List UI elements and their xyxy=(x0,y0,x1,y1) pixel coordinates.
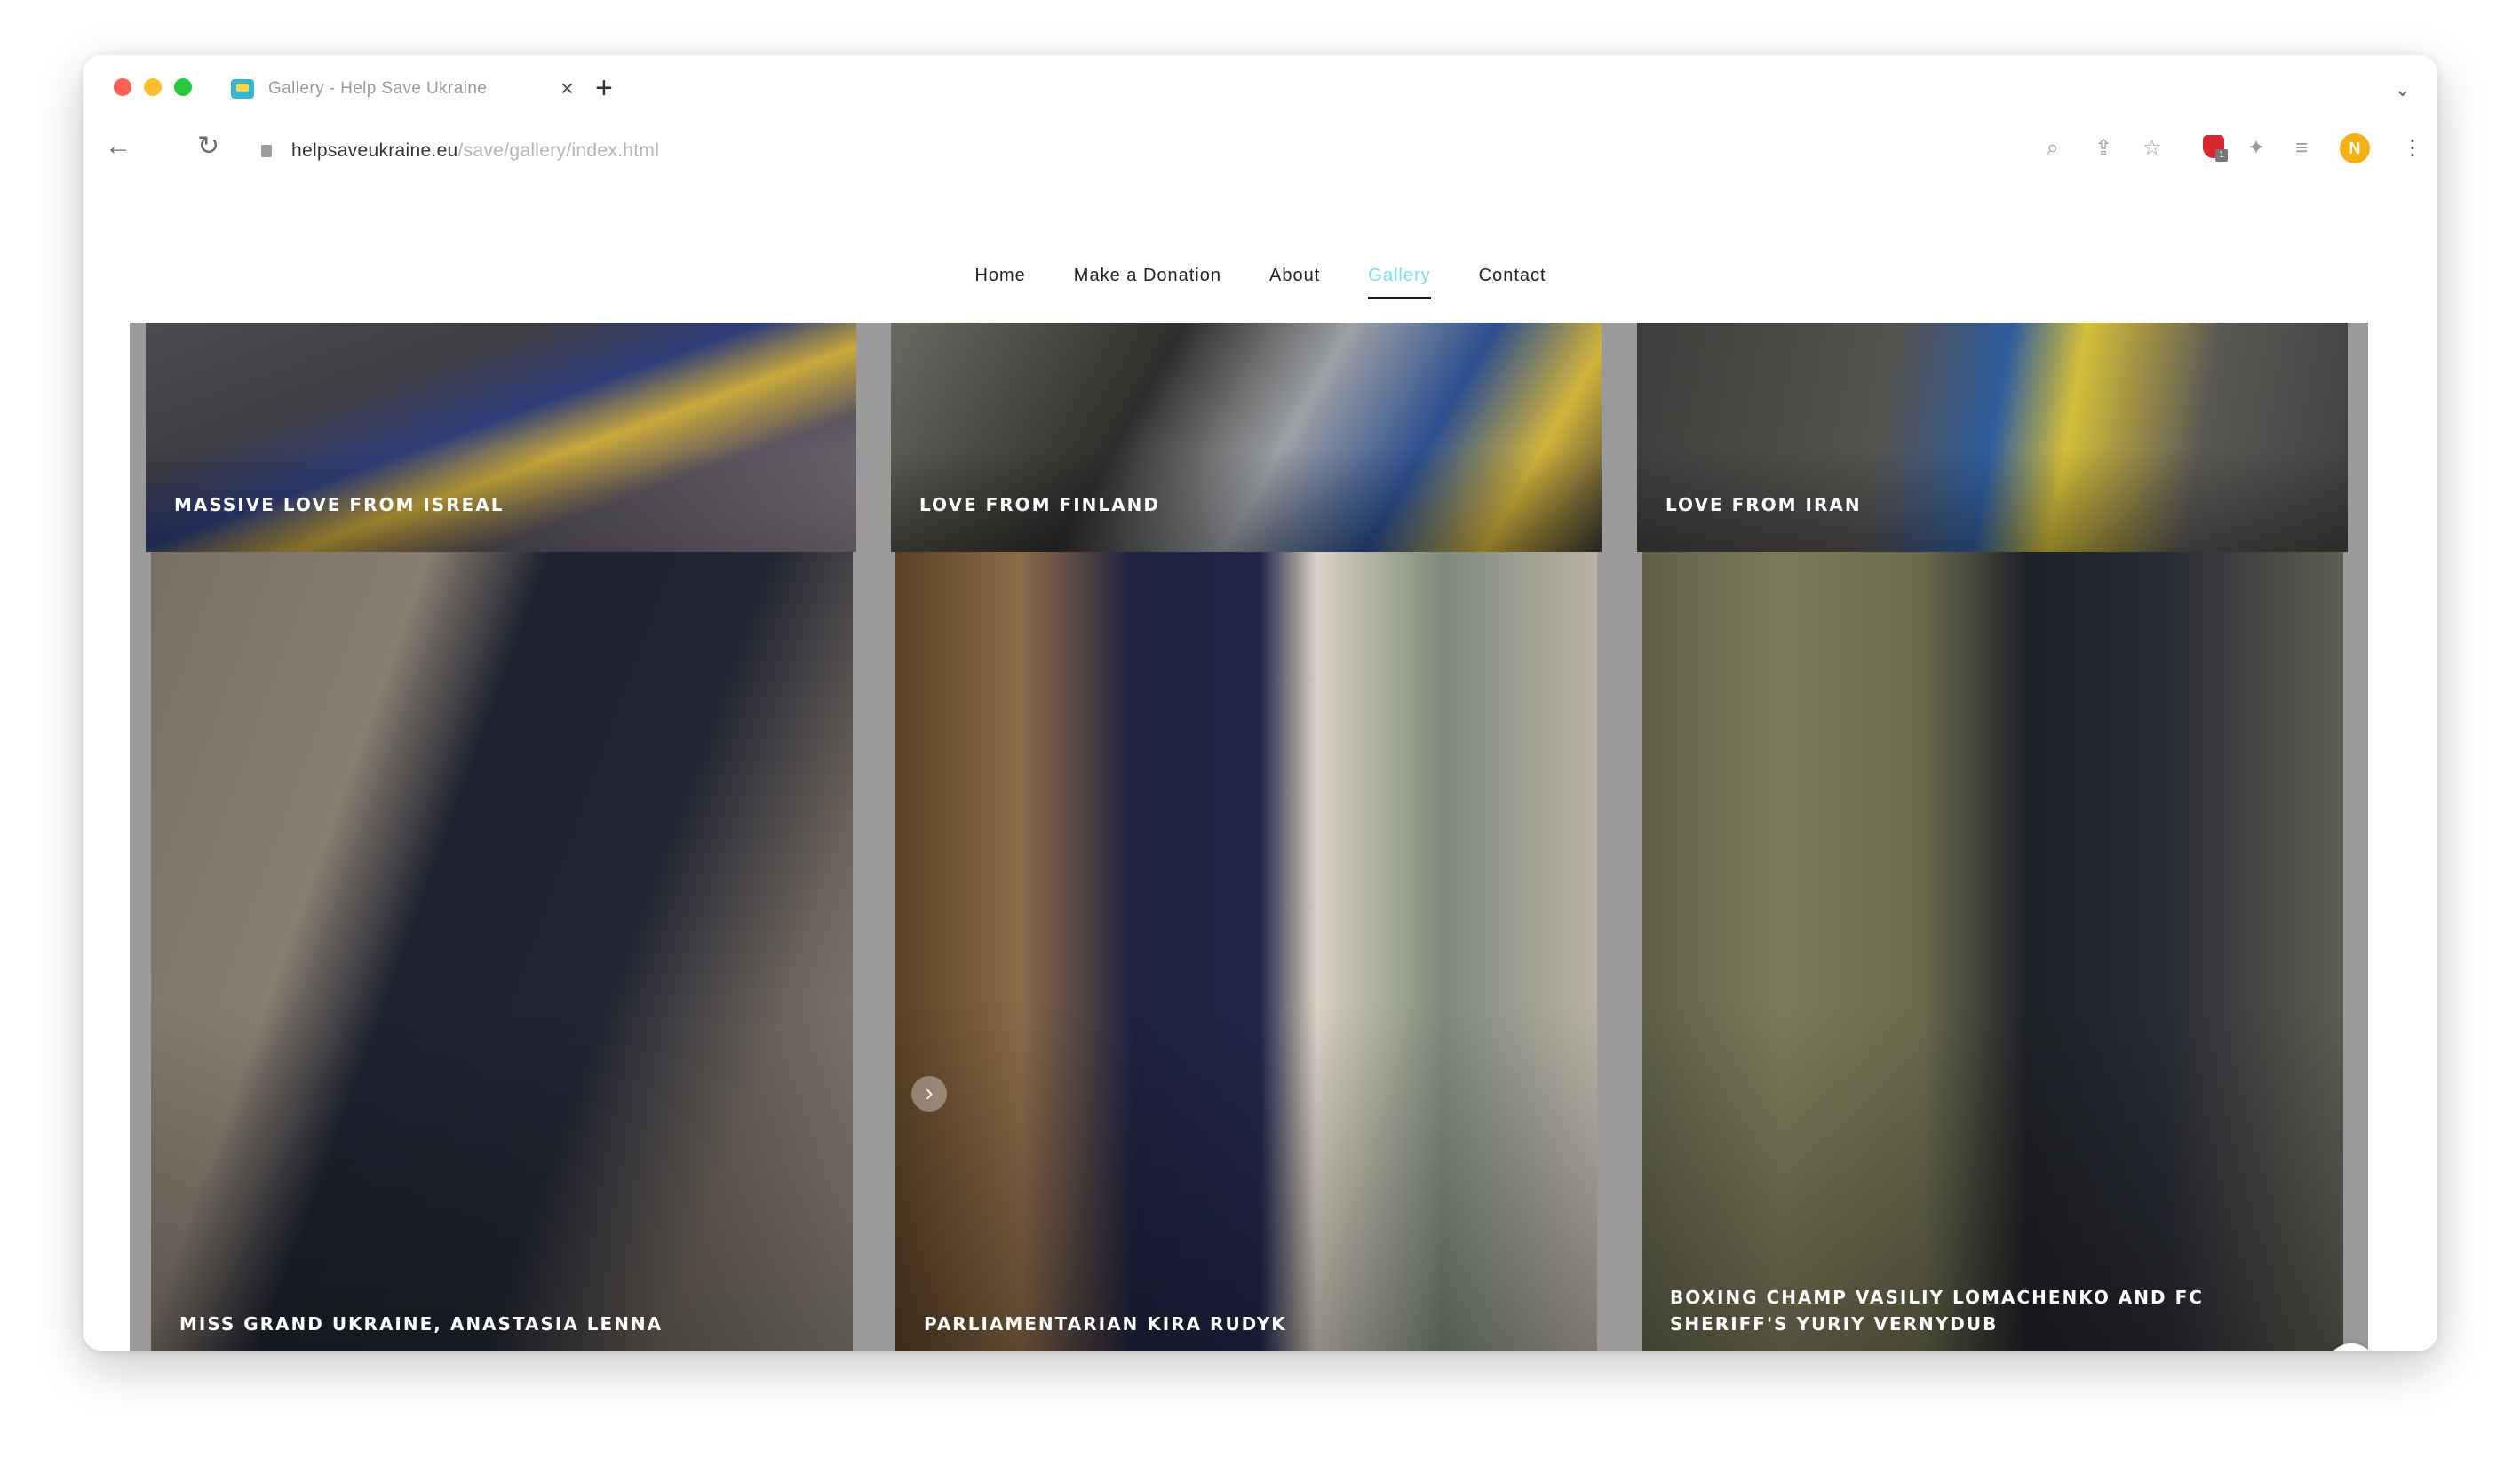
browser-chrome: Gallery - Help Save Ukraine × + ⌄ ← ↻ he… xyxy=(83,55,2437,187)
web-page: Home Make a Donation About Gallery Conta… xyxy=(83,187,2437,1351)
gallery-caption: Parliamentarian Kira Rudyk xyxy=(924,1313,1287,1335)
media-control-icon[interactable]: ≡ xyxy=(2295,135,2308,162)
url-path: /save/gallery/index.html xyxy=(457,140,660,161)
minimize-window-button[interactable] xyxy=(144,78,162,96)
shield-extension-icon[interactable]: 1 xyxy=(2203,135,2228,162)
gallery-caption: Love from Finland xyxy=(919,494,1160,515)
nav-contact[interactable]: Contact xyxy=(1479,263,1546,299)
zoom-icon[interactable]: ⌕ xyxy=(2047,135,2058,162)
browser-toolbar: ← ↻ helpsaveukraine.eu /save/gallery/ind… xyxy=(83,124,2437,178)
extension-badge: 1 xyxy=(2215,149,2228,162)
gallery-caption: Boxing champ Vasiliy Lomachenko and FC S… xyxy=(1670,1287,2204,1335)
next-arrow-icon[interactable]: › xyxy=(911,1076,947,1112)
profile-avatar[interactable]: N xyxy=(2340,133,2370,163)
gallery-caption: Miss Grand Ukraine, Anastasia Lenna xyxy=(179,1313,664,1335)
nav-about[interactable]: About xyxy=(1269,263,1320,299)
close-window-button[interactable] xyxy=(114,78,131,96)
favicon-icon xyxy=(231,79,254,99)
browser-tab[interactable]: Gallery - Help Save Ukraine × xyxy=(231,71,574,107)
gallery-item[interactable]: Parliamentarian Kira Rudyk xyxy=(895,552,1597,1351)
site-info-icon[interactable] xyxy=(261,145,272,157)
gallery-item[interactable]: Love from Finland xyxy=(891,323,1602,552)
url-host: helpsaveukraine.eu xyxy=(291,140,458,161)
gallery-item[interactable]: Massive love from Isreal xyxy=(146,323,856,552)
gallery-caption: Massive love from Isreal xyxy=(174,494,505,515)
bookmark-star-icon[interactable]: ☆ xyxy=(2142,135,2162,162)
tab-search-icon[interactable]: ⌄ xyxy=(2395,78,2411,101)
tab-title: Gallery - Help Save Ukraine xyxy=(268,79,488,98)
extensions-puzzle-icon[interactable]: ✦ xyxy=(2247,135,2265,162)
share-icon[interactable]: ⇪ xyxy=(2095,135,2112,162)
photo-gallery: Massive love from Isreal Love from Finla… xyxy=(130,323,2368,1351)
back-button[interactable]: ← xyxy=(105,133,131,160)
nav-make-donation[interactable]: Make a Donation xyxy=(1074,263,1221,299)
browser-menu-icon[interactable]: ⋮ xyxy=(2402,135,2423,162)
new-tab-button[interactable]: + xyxy=(595,73,613,103)
gallery-item[interactable]: Miss Grand Ukraine, Anastasia Lenna xyxy=(151,552,853,1351)
nav-home[interactable]: Home xyxy=(974,263,1025,299)
window-controls xyxy=(114,78,192,96)
gallery-caption: Love from Iran xyxy=(1665,494,1862,515)
maximize-window-button[interactable] xyxy=(174,78,192,96)
browser-window: Gallery - Help Save Ukraine × + ⌄ ← ↻ he… xyxy=(83,55,2437,1351)
site-navigation: Home Make a Donation About Gallery Conta… xyxy=(83,263,2437,299)
address-bar[interactable]: helpsaveukraine.eu /save/gallery/index.h… xyxy=(261,137,659,165)
nav-gallery[interactable]: Gallery xyxy=(1368,263,1431,299)
gallery-item[interactable]: Boxing champ Vasiliy Lomachenko and FC S… xyxy=(1642,552,2343,1351)
reload-button[interactable]: ↻ xyxy=(197,133,219,160)
gallery-item[interactable]: Love from Iran xyxy=(1637,323,2348,552)
tab-close-icon[interactable]: × xyxy=(560,76,574,100)
